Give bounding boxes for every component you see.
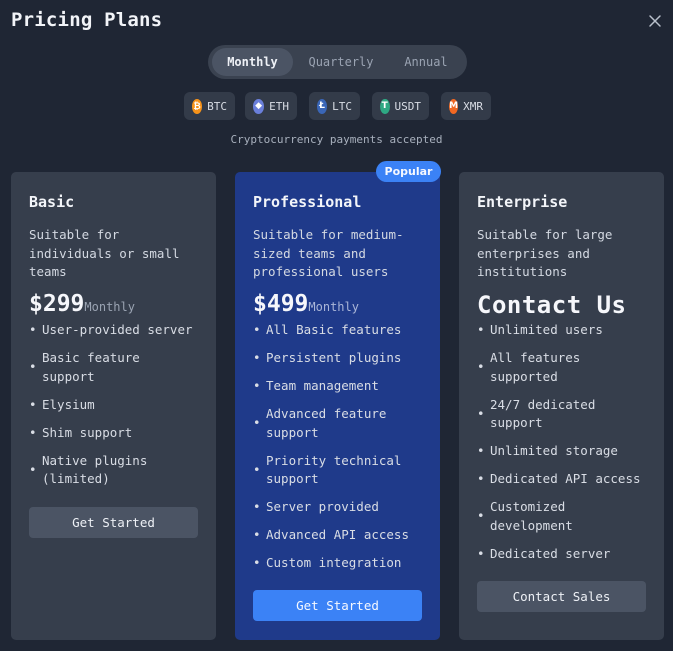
get-started-button[interactable]: Get Started [253,590,422,621]
feature-item: Priority technical support [253,452,422,489]
ethereum-icon: ◆ [253,98,265,114]
plan-price: $299 [29,291,85,317]
coin-eth[interactable]: ◆ ETH [245,92,297,120]
coin-usdt[interactable]: T USDT [372,92,429,120]
feature-item: Persistent plugins [253,349,422,368]
feature-item: Customized development [477,498,646,535]
feature-item: Advanced feature support [253,405,422,442]
page-title: Pricing Plans [11,9,163,31]
feature-item: 24/7 dedicated support [477,396,646,433]
period-monthly-button[interactable]: Monthly [212,48,293,76]
feature-list: Unlimited users All features supported 2… [477,321,646,563]
get-started-button[interactable]: Get Started [29,507,198,538]
bitcoin-icon: ₿ [192,98,203,114]
plan-name: Enterprise [477,193,568,211]
price-row: Contact Us [477,291,646,319]
coin-label: XMR [463,99,483,113]
close-icon[interactable] [645,11,665,31]
coin-btc[interactable]: ₿ BTC [184,92,235,120]
monero-icon: M [449,98,459,114]
coin-label: LTC [332,99,352,113]
coin-ltc[interactable]: Ł LTC [309,92,360,120]
feature-list: All Basic features Persistent plugins Te… [253,321,422,573]
feature-item: Unlimited storage [477,442,646,461]
price-row: $299 Monthly [29,291,198,319]
period-annual-button[interactable]: Annual [389,48,463,76]
feature-item: Dedicated API access [477,470,646,489]
coin-label: USDT [394,99,422,113]
feature-item: All Basic features [253,321,422,340]
feature-item: Advanced API access [253,526,422,545]
crypto-note: Cryptocurrency payments accepted [230,133,443,146]
coin-label: ETH [269,99,289,113]
popular-badge: Popular [376,161,441,182]
tether-icon: T [380,98,390,114]
plan-description: Suitable for individuals or small teams [29,227,180,279]
feature-item: Server provided [253,498,422,517]
plan-description: Suitable for large enterprises and insti… [477,227,613,279]
feature-item: Elysium [29,396,198,415]
feature-item: All features supported [477,349,646,386]
feature-item: Basic feature support [29,349,198,386]
plan-card-basic: Basic Suitable for individuals or small … [11,172,216,640]
plan-card-enterprise: Enterprise Suitable for large enterprise… [459,172,664,640]
period-quarterly-button[interactable]: Quarterly [293,48,389,76]
feature-item: Dedicated server [477,545,646,564]
feature-item: Custom integration [253,554,422,573]
feature-list: User-provided server Basic feature suppo… [29,321,198,489]
price-row: $499 Monthly [253,291,422,319]
feature-item: Team management [253,377,422,396]
coin-xmr[interactable]: M XMR [441,92,491,120]
plan-name: Basic [29,193,75,211]
plan-name: Professional [253,193,362,211]
contact-sales-button[interactable]: Contact Sales [477,581,646,612]
plan-period: Monthly [308,300,359,314]
plan-period: Monthly [84,300,135,314]
plan-description: Suitable for medium-sized teams and prof… [253,227,404,279]
coin-label: BTC [207,99,227,113]
feature-item: Native plugins (limited) [29,452,198,489]
billing-period-toggle: Monthly Quarterly Annual [208,45,467,79]
plan-price: $499 [253,291,309,317]
litecoin-icon: Ł [317,98,328,114]
plan-price: Contact Us [477,291,627,319]
feature-item: Shim support [29,424,198,443]
plan-card-professional: Professional Suitable for medium-sized t… [235,172,440,640]
feature-item: User-provided server [29,321,198,340]
feature-item: Unlimited users [477,321,646,340]
